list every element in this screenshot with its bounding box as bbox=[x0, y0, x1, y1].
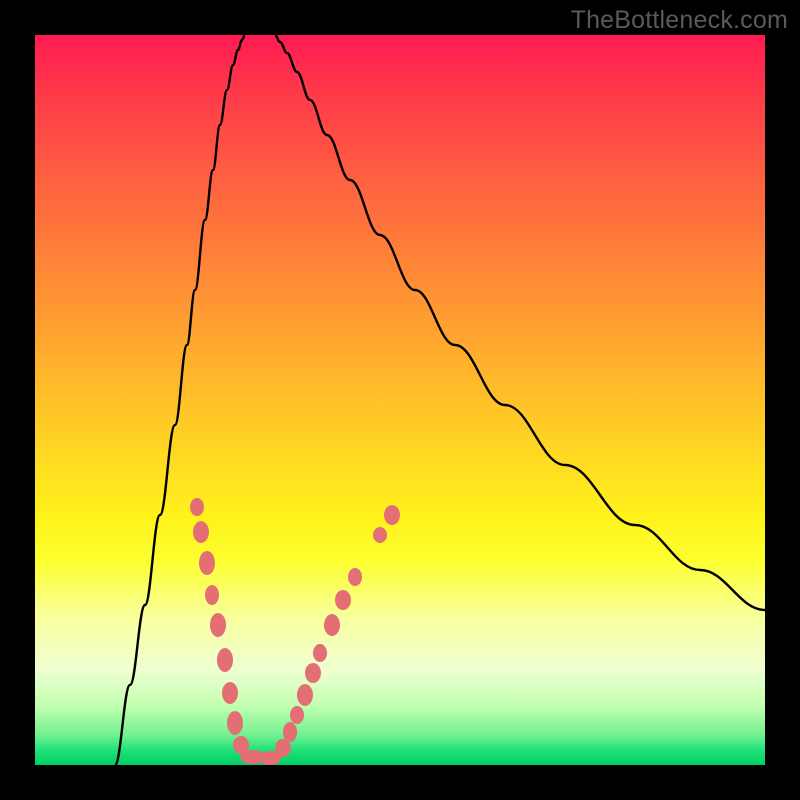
data-marker bbox=[227, 711, 243, 735]
data-marker bbox=[210, 613, 226, 637]
chart-svg bbox=[35, 35, 765, 765]
curve-right bbox=[275, 35, 765, 610]
data-marker bbox=[373, 527, 387, 543]
data-marker bbox=[199, 551, 215, 575]
chart-frame: TheBottleneck.com bbox=[0, 0, 800, 800]
watermark-text: TheBottleneck.com bbox=[571, 6, 788, 35]
data-marker bbox=[205, 585, 219, 605]
plot-area bbox=[35, 35, 765, 765]
data-marker bbox=[193, 521, 209, 543]
data-marker bbox=[222, 682, 238, 704]
data-marker bbox=[324, 614, 340, 636]
data-marker bbox=[335, 590, 351, 610]
data-marker bbox=[217, 648, 233, 672]
data-marker bbox=[283, 722, 297, 742]
data-marker bbox=[348, 568, 362, 586]
data-marker bbox=[313, 644, 327, 662]
data-marker bbox=[305, 663, 321, 683]
data-marker bbox=[297, 684, 313, 706]
data-marker bbox=[384, 505, 400, 525]
marker-layer bbox=[190, 498, 400, 765]
data-marker bbox=[190, 498, 204, 516]
data-marker bbox=[290, 706, 304, 724]
